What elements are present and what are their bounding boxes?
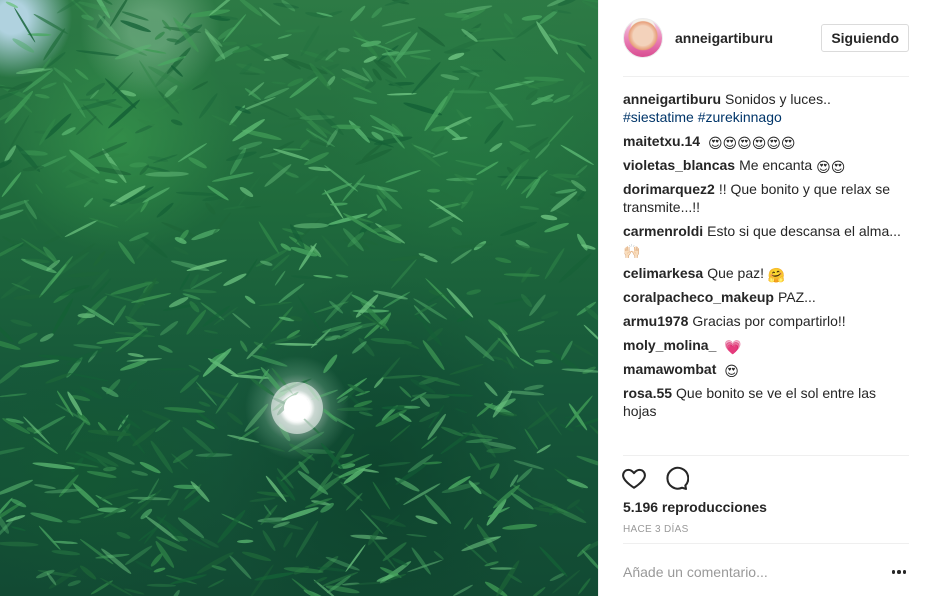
comment-item: mamawombat 😍 <box>623 360 909 378</box>
caption: anneigartiburu Sonidos y luces.. #siestat… <box>623 90 909 126</box>
comment-item: rosa.55 Que bonito se ve el sol entre las… <box>623 384 909 420</box>
comment-item: carmenroldi Esto si que descansa el alma.… <box>623 222 909 258</box>
user-avatar[interactable] <box>623 18 663 58</box>
comment-text: Gracias por compartirlo!! <box>692 313 846 329</box>
raised-hands-emoji: 🙌🏻 <box>623 243 641 259</box>
comment-username[interactable]: maitetxu.14 <box>623 133 700 149</box>
action-bar <box>621 465 689 491</box>
comment-username[interactable]: mamawombat <box>623 361 716 377</box>
comment-icon[interactable] <box>663 465 689 491</box>
comment-text: Me encanta <box>739 157 813 173</box>
heart-icon[interactable] <box>621 465 647 491</box>
more-options-icon[interactable] <box>890 563 908 581</box>
comment-item: coralpacheco_makeup PAZ... <box>623 288 909 306</box>
comment-username[interactable]: armu1978 <box>623 313 688 329</box>
heart-eyes-emoji: 😍😍😍😍😍😍 <box>707 135 796 151</box>
composer-divider <box>623 543 909 544</box>
comment-username[interactable]: dorimarquez2 <box>623 181 715 197</box>
comment-item: moly_molina_ 💗 <box>623 336 909 354</box>
caption-username[interactable]: anneigartiburu <box>623 91 721 107</box>
heart-eyes-emoji: 😍 <box>724 363 739 379</box>
post-timestamp[interactable]: HACE 3 DÍAS <box>623 524 689 535</box>
following-button[interactable]: Siguiendo <box>821 24 909 52</box>
comment-text: Que paz! <box>707 265 765 281</box>
post-side-panel: anneigartiburu Siguiendo anneigartiburu S… <box>598 0 931 596</box>
comment-text: PAZ... <box>777 289 816 305</box>
foliage-image <box>0 0 598 596</box>
comment-username[interactable]: coralpacheco_makeup <box>623 289 774 305</box>
comment-item: maitetxu.14 😍😍😍😍😍😍 <box>623 132 909 150</box>
comment-item: armu1978 Gracias por compartirlo!! <box>623 312 909 330</box>
comment-item: dorimarquez2!! Que bonito y que relax se… <box>623 180 909 216</box>
caption-text: Sonidos y luces.. <box>725 91 831 107</box>
comment-text: Esto si que descansa el alma... <box>707 223 901 239</box>
view-count[interactable]: 5.196 reproducciones <box>623 499 767 515</box>
actions-divider <box>623 455 909 456</box>
hugging-emoji: 🤗 <box>767 267 786 283</box>
comment-username[interactable]: moly_molina_ <box>623 337 716 353</box>
hashtag-link[interactable]: #zurekinnago <box>698 109 782 125</box>
comment-username[interactable]: rosa.55 <box>623 385 672 401</box>
comment-item: violetas_blancas Me encanta 😍😍 <box>623 156 909 174</box>
comment-username[interactable]: carmenroldi <box>623 223 703 239</box>
post-modal: anneigartiburu Siguiendo anneigartiburu S… <box>0 0 931 596</box>
post-header: anneigartiburu Siguiendo <box>623 16 909 60</box>
heart-eyes-emoji: 😍😍 <box>816 159 846 175</box>
post-video[interactable] <box>0 0 598 596</box>
comment-username[interactable]: celimarkesa <box>623 265 703 281</box>
comment-username[interactable]: violetas_blancas <box>623 157 735 173</box>
comment-input[interactable]: Añade un comentario... <box>623 564 768 580</box>
pink-heart-emoji: 💗 <box>724 339 742 355</box>
header-username[interactable]: anneigartiburu <box>675 30 773 46</box>
header-divider <box>623 76 909 77</box>
comment-item: celimarkesa Que paz! 🤗 <box>623 264 909 282</box>
comment-list: anneigartiburu Sonidos y luces.. #siestat… <box>623 90 909 426</box>
hashtag-link[interactable]: #siestatime <box>623 109 694 125</box>
